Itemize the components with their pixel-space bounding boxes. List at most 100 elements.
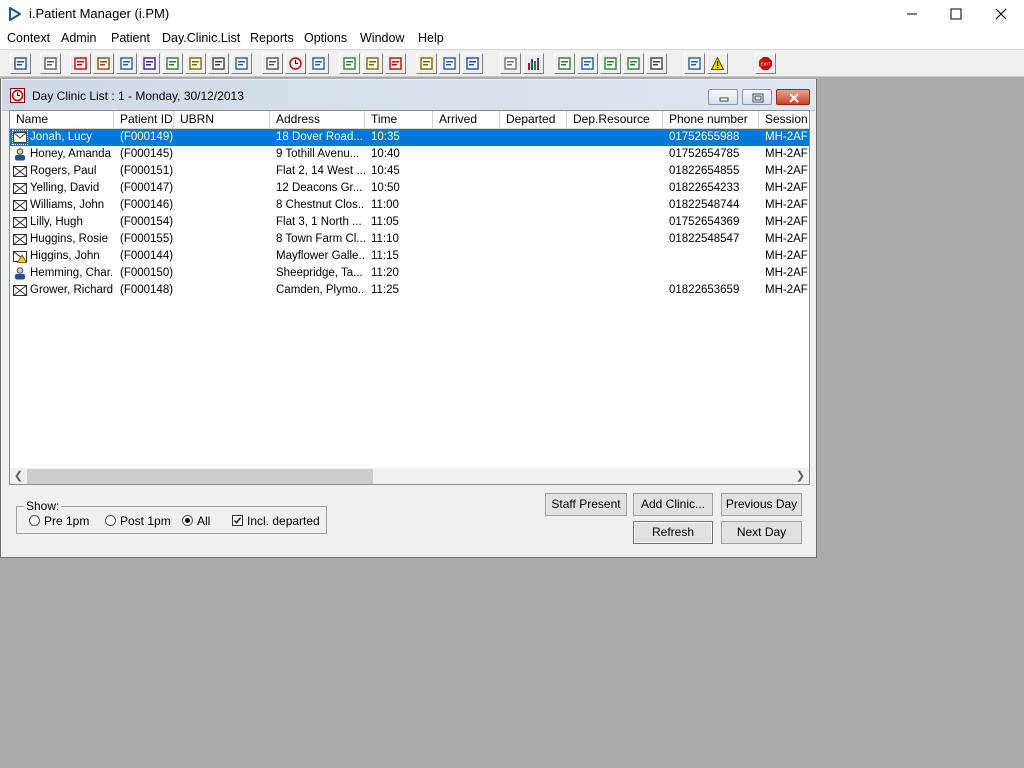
- cell-address: 8 Chestnut Clos...: [276, 199, 365, 211]
- patient-toolbar-button[interactable]: [10, 53, 31, 74]
- edit-book-toolbar-button[interactable]: [93, 53, 114, 74]
- bed-toolbar-button[interactable]: [439, 53, 460, 74]
- globe-toolbar-button[interactable]: [554, 53, 575, 74]
- column-header-address[interactable]: Address: [270, 111, 365, 128]
- picture-toolbar-button[interactable]: [339, 53, 360, 74]
- table-row[interactable]: Honey, Amanda (F000145) 9 Tothill Avenu...…: [10, 146, 809, 163]
- checkbox-icon: [232, 515, 243, 526]
- column-header-ubrn[interactable]: UBRN: [174, 111, 270, 128]
- column-header-dep[interactable]: Dep.Resource: [567, 111, 663, 128]
- cell-ubrn: [174, 248, 270, 265]
- cell-phone: 01822548744: [669, 199, 740, 211]
- image-toolbar-button[interactable]: [116, 53, 137, 74]
- minimize-icon: [907, 13, 917, 15]
- menu-patient[interactable]: Patient: [111, 31, 150, 45]
- nurse-toolbar-button[interactable]: [462, 53, 483, 74]
- bar-chart-toolbar-button[interactable]: [523, 53, 544, 74]
- arrow-down-toolbar-button[interactable]: [623, 53, 644, 74]
- check-arrow-toolbar-button[interactable]: [600, 53, 621, 74]
- table-row[interactable]: Grower, Richard (F000148) Camden, Plymo...…: [10, 282, 809, 299]
- close-button[interactable]: [978, 0, 1024, 28]
- letter-m-toolbar-button[interactable]: [139, 53, 160, 74]
- cell-arrived: [433, 146, 500, 163]
- table-row[interactable]: Jonah, Lucy (F000149) 18 Dover Road... 10:3…: [10, 129, 809, 146]
- scroll-left-icon[interactable]: ❮: [10, 468, 27, 484]
- cell-arrived: [433, 265, 500, 282]
- swap-arrows-toolbar-button[interactable]: [684, 53, 705, 74]
- column-header-session[interactable]: Session C: [759, 111, 809, 128]
- table-row[interactable]: Hemming, Char... (F000150) Sheepridge, Ta.…: [10, 265, 809, 282]
- column-header-phone[interactable]: Phone number: [663, 111, 759, 128]
- child-minimize-button[interactable]: [708, 89, 738, 105]
- menu-admin[interactable]: Admin: [61, 31, 96, 45]
- table-row[interactable]: Rogers, Paul (F000151) Flat 2, 14 West ...…: [10, 163, 809, 180]
- notes-toolbar-button[interactable]: [185, 53, 206, 74]
- child-restore-button[interactable]: [742, 89, 772, 105]
- cell-dep: [567, 248, 663, 265]
- cell-departed: [500, 129, 567, 146]
- photo-toolbar-button[interactable]: [231, 53, 252, 74]
- cell-session: MH-2AF: [765, 131, 808, 143]
- minimize-button[interactable]: [889, 0, 935, 28]
- exit-toolbar-button[interactable]: EXIT: [755, 53, 776, 74]
- cell-id: (F000144): [120, 250, 174, 262]
- clock-toolbar-button[interactable]: [285, 53, 306, 74]
- refresh-button[interactable]: Refresh: [633, 521, 713, 544]
- monitor-toolbar-button[interactable]: [308, 53, 329, 74]
- close-icon: [995, 8, 1007, 20]
- menu-options[interactable]: Options: [304, 31, 347, 45]
- staff-present-button[interactable]: Staff Present: [545, 493, 627, 516]
- book-icon: [74, 57, 87, 70]
- scrollbar-thumb[interactable]: [27, 469, 373, 484]
- cell-ubrn: [174, 214, 270, 231]
- column-header-arrived[interactable]: Arrived: [433, 111, 500, 128]
- menu-day-clinic-list[interactable]: Day.Clinic.List: [162, 31, 240, 45]
- cell-departed: [500, 214, 567, 231]
- scroll-right-icon[interactable]: ❯: [792, 468, 809, 484]
- printer-toolbar-button[interactable]: [40, 53, 61, 74]
- book-toolbar-button[interactable]: [70, 53, 91, 74]
- bed-icon: [443, 57, 456, 70]
- menu-window[interactable]: Window: [360, 31, 404, 45]
- document-icon: [504, 57, 517, 70]
- cell-arrived: [433, 163, 500, 180]
- menu-context[interactable]: Context: [7, 31, 50, 45]
- column-header-id[interactable]: Patient ID: [114, 111, 174, 128]
- swap-toolbar-button[interactable]: [646, 53, 667, 74]
- note-toolbar-button[interactable]: [362, 53, 383, 74]
- menu-reports[interactable]: Reports: [250, 31, 294, 45]
- previous-day-button[interactable]: Previous Day: [721, 493, 802, 516]
- swap-icon: [650, 57, 663, 70]
- maximize-button[interactable]: [933, 0, 979, 28]
- edit-book-icon: [97, 57, 110, 70]
- cell-phone: [663, 248, 759, 265]
- camera-toolbar-button[interactable]: [208, 53, 229, 74]
- memo-toolbar-button[interactable]: [416, 53, 437, 74]
- cell-phone: [663, 265, 759, 282]
- column-header-departed[interactable]: Departed: [500, 111, 567, 128]
- picture-icon: [343, 57, 356, 70]
- envelope-cross-toolbar-button[interactable]: [262, 53, 283, 74]
- clock-note-toolbar-button[interactable]: [385, 53, 406, 74]
- check-form-toolbar-button[interactable]: [577, 53, 598, 74]
- next-day-button[interactable]: Next Day: [721, 521, 802, 544]
- cell-time: 10:45: [371, 165, 400, 177]
- table-row[interactable]: Huggins, Rosie (F000155) 8 Town Farm Cl...…: [10, 231, 809, 248]
- cell-dep: [567, 265, 663, 282]
- clinic-list[interactable]: Name Patient ID UBRN Address Time Arrived Depa…: [9, 110, 810, 485]
- column-header-name[interactable]: Name: [10, 111, 114, 128]
- day-clinic-window: Day Clinic List : 1 - Monday, 30/12/2013…: [0, 79, 817, 558]
- warning-toolbar-button[interactable]: [707, 53, 728, 74]
- warning-icon: [710, 56, 725, 70]
- column-header-time[interactable]: Time: [365, 111, 433, 128]
- child-close-button[interactable]: [776, 89, 810, 105]
- table-row[interactable]: Lilly, Hugh (F000154) Flat 3, 1 North ... 1…: [10, 214, 809, 231]
- menu-help[interactable]: Help: [418, 31, 444, 45]
- add-clinic-button[interactable]: Add Clinic...: [633, 493, 713, 516]
- horizontal-scrollbar[interactable]: ❮ ❯: [10, 468, 809, 484]
- document-toolbar-button[interactable]: [500, 53, 521, 74]
- table-row[interactable]: Yelling, David (F000147) 12 Deacons Gr... 1…: [10, 180, 809, 197]
- table-row[interactable]: Williams, John (F000146) 8 Chestnut Clos..…: [10, 197, 809, 214]
- person-card-toolbar-button[interactable]: [162, 53, 183, 74]
- table-row[interactable]: Higgins, John (F000144) Mayflower Galle...…: [10, 248, 809, 265]
